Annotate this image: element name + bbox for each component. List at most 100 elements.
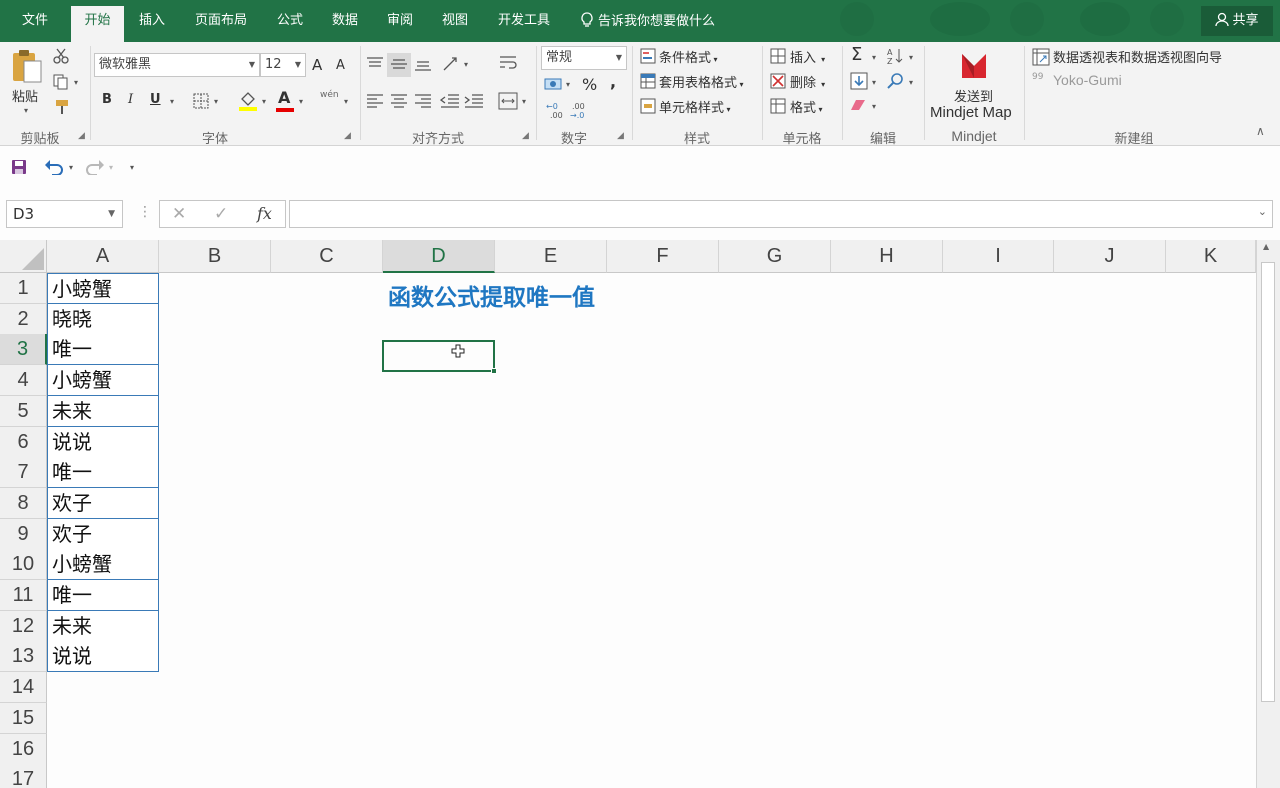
paste-icon[interactable] — [10, 48, 44, 84]
cell-a10[interactable]: 小螃蟹 — [47, 549, 159, 580]
yoko-gumi-icon[interactable]: 99 — [1032, 72, 1043, 82]
scroll-up-icon[interactable]: ▲ — [1263, 242, 1269, 251]
tab-data[interactable]: 数据 — [321, 0, 369, 42]
row-header-16[interactable]: 16 — [0, 734, 47, 765]
undo-dropdown-icon[interactable]: ▾ — [69, 163, 73, 172]
row-header-7[interactable]: 7 — [0, 457, 47, 488]
wrap-text-icon[interactable] — [498, 54, 518, 74]
insert-function-icon[interactable]: fx — [257, 204, 272, 223]
paste-dropdown-icon[interactable]: ▾ — [24, 106, 28, 115]
mindjet-logo-icon[interactable] — [960, 50, 988, 80]
fill-handle[interactable] — [491, 368, 497, 374]
increase-decimal-icon[interactable]: ←0.00 — [544, 100, 566, 120]
format-cells-button[interactable]: 格式 ▾ — [790, 97, 823, 116]
phonetic-guide-button[interactable]: wén — [320, 90, 339, 100]
row-header-2[interactable]: 2 — [0, 304, 47, 335]
column-header-f[interactable]: F — [607, 240, 719, 273]
cell-a1[interactable]: 小螃蟹 — [47, 273, 159, 304]
yoko-gumi-button[interactable]: Yoko-Gumi — [1053, 72, 1122, 88]
column-header-k[interactable]: K — [1166, 240, 1256, 273]
orientation-dropdown-icon[interactable]: ▾ — [464, 60, 468, 69]
conditional-format-button[interactable]: 条件格式 ▾ — [659, 47, 718, 66]
row-header-10[interactable]: 10 — [0, 549, 47, 580]
find-dropdown-icon[interactable]: ▾ — [909, 78, 913, 87]
tab-page-layout[interactable]: 页面布局 — [186, 0, 256, 42]
cell-a8[interactable]: 欢子 — [47, 488, 159, 519]
font-color-dropdown-icon[interactable]: ▾ — [299, 97, 303, 106]
cell-styles-button[interactable]: 单元格样式 ▾ — [659, 97, 731, 116]
cell-a11[interactable]: 唯一 — [47, 580, 159, 611]
underline-button[interactable]: U — [150, 92, 161, 107]
increase-indent-icon[interactable] — [464, 93, 484, 109]
tell-me-box[interactable]: 告诉我你想要做什么 — [580, 0, 715, 42]
sort-dropdown-icon[interactable]: ▾ — [909, 53, 913, 62]
redo-icon[interactable] — [85, 159, 105, 175]
undo-icon[interactable] — [44, 159, 64, 175]
expand-formula-bar-icon[interactable]: ⌄ — [1258, 205, 1267, 218]
row-header-15[interactable]: 15 — [0, 703, 47, 734]
send-to-mindjet-line1[interactable]: 发送到 — [954, 86, 993, 105]
worksheet-grid[interactable]: ABCDEFGHIJK 1 2 3 4 5 6 7 8 9 10 11 12 13 14 15 16 17 小螃… — [0, 240, 1280, 788]
cell-a4[interactable]: 小螃蟹 — [47, 365, 159, 396]
format-as-table-button[interactable]: 套用表格格式 ▾ — [659, 72, 744, 91]
align-bottom-icon[interactable] — [414, 56, 432, 72]
font-name-combo[interactable]: 微软雅黑 ▼ — [94, 53, 260, 77]
align-top-icon[interactable] — [366, 56, 384, 72]
cell-a12[interactable]: 未来 — [47, 611, 159, 642]
fill-icon[interactable] — [850, 72, 868, 90]
share-button[interactable]: 共享 — [1201, 6, 1273, 36]
bold-button[interactable]: B — [102, 92, 112, 107]
copy-dropdown-icon[interactable]: ▾ — [74, 78, 78, 87]
save-icon[interactable] — [11, 159, 27, 175]
cell-a2[interactable]: 晓晓 — [47, 304, 159, 335]
align-right-icon[interactable] — [414, 93, 432, 109]
row-header-14[interactable]: 14 — [0, 672, 47, 703]
percent-button[interactable]: % — [582, 75, 597, 94]
merge-center-icon[interactable] — [498, 92, 518, 110]
phonetic-dropdown-icon[interactable]: ▾ — [344, 97, 348, 106]
select-all-corner[interactable] — [0, 240, 47, 273]
grow-font-button[interactable]: A — [312, 56, 322, 74]
column-header-a[interactable]: A — [47, 240, 159, 273]
column-header-d[interactable]: D — [383, 240, 495, 273]
column-header-c[interactable]: C — [271, 240, 383, 273]
row-header-12[interactable]: 12 — [0, 611, 47, 642]
cell-a5[interactable]: 未来 — [47, 396, 159, 427]
tab-file[interactable]: 文件 — [10, 0, 60, 42]
row-header-9[interactable]: 9 — [0, 519, 47, 550]
conditional-format-icon[interactable] — [640, 48, 656, 64]
format-as-table-icon[interactable] — [640, 73, 656, 89]
send-to-mindjet-line2[interactable]: Mindjet Map — [930, 104, 1012, 121]
tab-formulas[interactable]: 公式 — [266, 0, 314, 42]
clipboard-launcher-icon[interactable]: ◢ — [78, 131, 85, 141]
border-icon[interactable] — [193, 93, 209, 109]
title-cell-d1[interactable]: 函数公式提取唯一值 — [388, 278, 595, 312]
cancel-entry-icon[interactable]: ✕ — [172, 204, 186, 224]
tab-insert[interactable]: 插入 — [128, 0, 176, 42]
sort-filter-icon[interactable]: AZ — [887, 47, 905, 65]
tab-home[interactable]: 开始 — [71, 6, 124, 42]
column-header-e[interactable]: E — [495, 240, 607, 273]
decrease-indent-icon[interactable] — [440, 93, 460, 109]
clear-dropdown-icon[interactable]: ▾ — [872, 102, 876, 111]
find-select-icon[interactable] — [887, 72, 905, 90]
underline-dropdown-icon[interactable]: ▾ — [170, 97, 174, 106]
cell-a9[interactable]: 欢子 — [47, 519, 159, 550]
font-color-button[interactable]: A — [278, 88, 290, 107]
delete-cells-button[interactable]: 删除 ▾ — [790, 72, 825, 91]
comma-button[interactable]: , — [610, 72, 616, 91]
fill-color-icon[interactable] — [238, 90, 258, 112]
column-header-j[interactable]: J — [1054, 240, 1166, 273]
cell-styles-icon[interactable] — [640, 98, 656, 114]
insert-cells-button[interactable]: 插入 ▾ — [790, 47, 825, 66]
font-launcher-icon[interactable]: ◢ — [344, 131, 351, 141]
scroll-thumb[interactable] — [1261, 262, 1275, 702]
delete-cells-icon[interactable] — [770, 73, 786, 89]
collapse-ribbon-icon[interactable]: ∧ — [1256, 124, 1265, 138]
clear-icon[interactable] — [850, 98, 868, 112]
format-painter-icon[interactable] — [53, 99, 71, 115]
row-header-17[interactable]: 17 — [0, 764, 47, 788]
fill-color-dropdown-icon[interactable]: ▾ — [262, 97, 266, 106]
shrink-font-button[interactable]: A — [336, 58, 345, 73]
confirm-entry-icon[interactable]: ✓ — [214, 204, 228, 224]
